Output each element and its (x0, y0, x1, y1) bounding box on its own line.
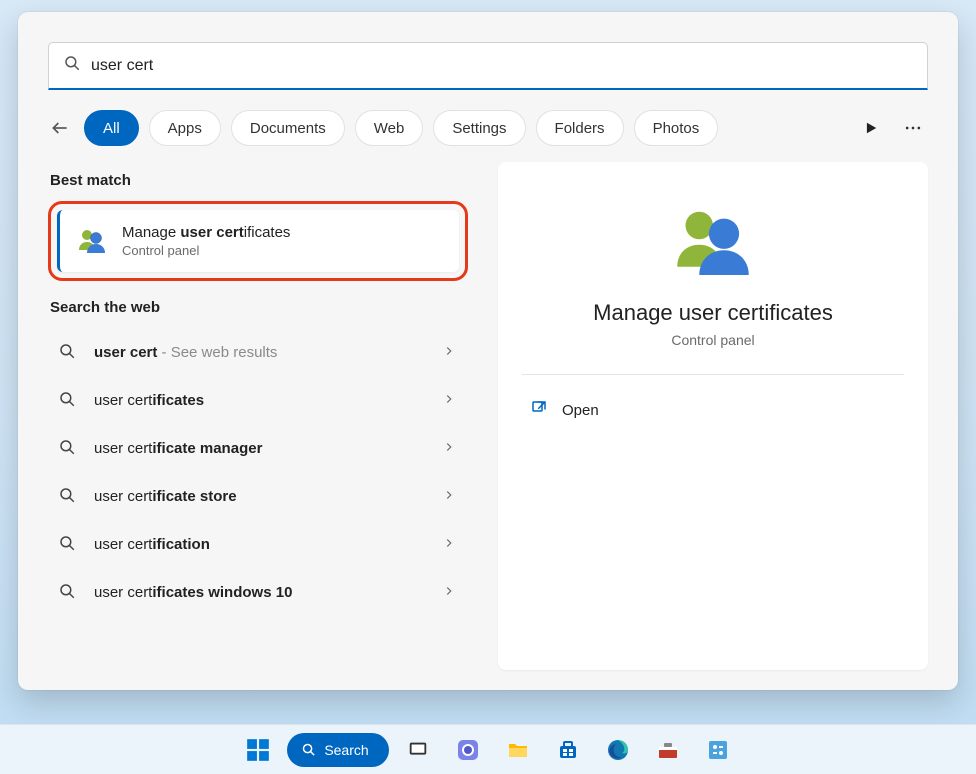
best-match-item[interactable]: Manage user certificates Control panel (57, 210, 459, 272)
filter-pill-settings[interactable]: Settings (433, 110, 525, 146)
results-left-column: Best match Manage user (48, 162, 468, 670)
search-input[interactable] (91, 57, 913, 75)
search-icon (58, 438, 78, 458)
control-panel-app-icon[interactable] (697, 729, 739, 771)
detail-subtitle: Control panel (671, 332, 754, 348)
toolbox-app-icon[interactable] (647, 729, 689, 771)
web-result-text: user certification (94, 536, 426, 553)
chevron-right-icon (442, 392, 458, 408)
task-view-button[interactable] (397, 729, 439, 771)
detail-actions: Open (522, 385, 904, 435)
filter-pill-folders[interactable]: Folders (536, 110, 624, 146)
more-options-button[interactable] (898, 113, 928, 143)
detail-pane: Manage user certificates Control panel O… (498, 162, 928, 670)
search-icon (58, 390, 78, 410)
search-icon (63, 54, 81, 77)
web-result-item[interactable]: user certificates (48, 376, 468, 424)
annotation-highlight: Manage user certificates Control panel (48, 201, 468, 281)
user-certificates-icon (76, 225, 108, 257)
search-icon (58, 486, 78, 506)
web-result-text: user certificate store (94, 488, 426, 505)
back-button[interactable] (48, 116, 72, 140)
edge-browser-icon[interactable] (597, 729, 639, 771)
taskbar-search-button[interactable]: Search (287, 733, 388, 767)
detail-user-certificates-icon (669, 198, 757, 286)
web-result-item[interactable]: user certificates windows 10 (48, 568, 468, 616)
detail-action-open[interactable]: Open (522, 385, 904, 435)
detail-action-label: Open (562, 402, 599, 419)
filter-pill-all[interactable]: All (84, 110, 139, 146)
store-app-icon[interactable] (547, 729, 589, 771)
web-result-text: user cert - See web results (94, 344, 426, 361)
taskbar: Search (0, 724, 976, 774)
chat-app-icon[interactable] (447, 729, 489, 771)
chevron-right-icon (442, 584, 458, 600)
open-icon (530, 399, 548, 421)
taskbar-search-label: Search (324, 742, 368, 758)
web-result-item[interactable]: user cert - See web results (48, 328, 468, 376)
web-result-text: user certificates windows 10 (94, 584, 426, 601)
search-bar[interactable] (48, 42, 928, 90)
search-icon (58, 582, 78, 602)
web-result-text: user certificate manager (94, 440, 426, 457)
start-button[interactable] (237, 729, 279, 771)
chevron-right-icon (442, 488, 458, 504)
detail-divider (522, 374, 904, 375)
web-result-text: user certificates (94, 392, 426, 409)
best-match-header: Best match (50, 172, 468, 189)
search-panel: All Apps Documents WebSettings Folders Photos… (18, 12, 958, 690)
search-icon (58, 342, 78, 362)
play-button[interactable] (856, 113, 886, 143)
search-web-header: Search the web (50, 299, 468, 316)
results-body: Best match Manage user (18, 156, 958, 690)
web-result-item[interactable]: user certificate manager (48, 424, 468, 472)
web-result-item[interactable]: user certificate store (48, 472, 468, 520)
filter-pills: All Apps Documents WebSettings Folders Photos (84, 110, 718, 146)
best-match-text: Manage user certificates Control panel (122, 224, 290, 258)
web-results-list: user cert - See web results user certifi… (48, 328, 468, 616)
chevron-right-icon (442, 536, 458, 552)
filter-pill-documents[interactable]: Documents (231, 110, 345, 146)
chevron-right-icon (442, 440, 458, 456)
file-explorer-icon[interactable] (497, 729, 539, 771)
detail-title: Manage user certificates (593, 300, 833, 326)
filter-pill-web[interactable]: Web (355, 110, 424, 146)
web-result-item[interactable]: user certification (48, 520, 468, 568)
chevron-right-icon (442, 344, 458, 360)
filter-pill-apps[interactable]: Apps (149, 110, 221, 146)
best-match-subtitle: Control panel (122, 243, 290, 258)
filter-row: All Apps Documents WebSettings Folders Photos (18, 90, 958, 156)
best-match-title: Manage user certificates (122, 224, 290, 241)
filter-pill-photos[interactable]: Photos (634, 110, 719, 146)
search-icon (58, 534, 78, 554)
